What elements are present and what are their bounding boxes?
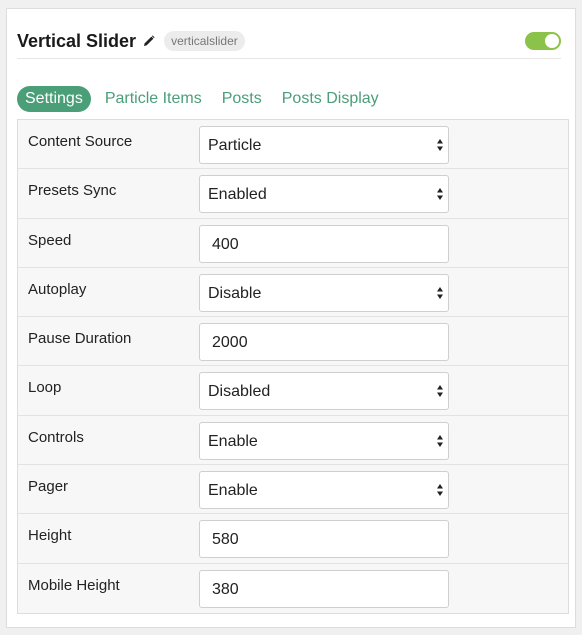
header-divider [17, 58, 561, 59]
autoplay-select[interactable]: Disable [199, 273, 449, 312]
field-row-controls: Controls Enable [18, 416, 568, 466]
tab-posts[interactable]: Posts [216, 86, 268, 112]
field-row-autoplay: Autoplay Disable [18, 268, 568, 318]
field-row-loop: Loop Disabled [18, 366, 568, 416]
input-value: 580 [212, 531, 239, 549]
field-label: Mobile Height [28, 576, 120, 594]
input-value: 2000 [212, 334, 248, 352]
particle-panel: Vertical Slider verticalslider Settings … [6, 8, 576, 628]
panel-header: Vertical Slider verticalslider [17, 23, 561, 59]
settings-table: Content Source Particle Presets Sync Ena… [17, 119, 569, 614]
content-source-select[interactable]: Particle [199, 126, 449, 164]
id-tag: verticalslider [164, 31, 245, 51]
up-down-arrows-icon [437, 385, 443, 398]
pencil-icon[interactable] [143, 35, 155, 47]
tab-posts-display[interactable]: Posts Display [276, 86, 385, 112]
up-down-arrows-icon [437, 188, 443, 201]
up-down-arrows-icon [437, 434, 443, 447]
input-value: 400 [212, 235, 239, 253]
pager-select[interactable]: Enable [199, 471, 449, 510]
height-input[interactable]: 580 [199, 520, 449, 559]
field-row-height: Height 580 [18, 514, 568, 564]
speed-input[interactable]: 400 [199, 224, 449, 263]
tab-settings[interactable]: Settings [17, 86, 91, 112]
field-label: Pager [28, 478, 69, 496]
select-value: Disable [208, 284, 262, 302]
field-label: Pause Duration [28, 330, 132, 348]
select-value: Enable [208, 482, 258, 500]
field-row-pause-duration: Pause Duration 2000 [18, 317, 568, 367]
select-value: Enable [208, 432, 258, 450]
select-value: Enabled [208, 186, 267, 204]
field-row-mobile-height: Mobile Height 380 [18, 564, 568, 613]
field-row-speed: Speed 400 [18, 219, 568, 268]
field-row-presets-sync: Presets Sync Enabled [18, 169, 568, 219]
field-label: Controls [28, 428, 84, 446]
toggle-knob [545, 34, 559, 48]
field-label: Speed [28, 231, 72, 249]
tab-particle-items[interactable]: Particle Items [99, 86, 208, 112]
field-label: Autoplay [28, 280, 87, 298]
enable-toggle[interactable] [525, 32, 561, 50]
up-down-arrows-icon [437, 484, 443, 497]
field-row-content-source: Content Source Particle [18, 120, 568, 170]
field-row-pager: Pager Enable [18, 465, 568, 515]
select-value: Particle [208, 137, 262, 154]
select-value: Disabled [208, 383, 271, 401]
mobile-height-input[interactable]: 380 [199, 569, 449, 608]
presets-sync-select[interactable]: Enabled [199, 175, 449, 214]
up-down-arrows-icon [437, 139, 443, 151]
input-value: 380 [212, 580, 239, 598]
tab-bar: Settings Particle Items Posts Posts Disp… [17, 86, 393, 112]
loop-select[interactable]: Disabled [199, 372, 449, 411]
field-label: Height [28, 527, 72, 545]
pause-duration-input[interactable]: 2000 [199, 323, 449, 362]
up-down-arrows-icon [437, 286, 443, 299]
field-label: Loop [28, 379, 62, 397]
controls-select[interactable]: Enable [199, 421, 449, 460]
panel-title: Vertical Slider [17, 30, 137, 51]
field-label: Presets Sync [28, 182, 117, 200]
field-label: Content Source [28, 133, 133, 150]
